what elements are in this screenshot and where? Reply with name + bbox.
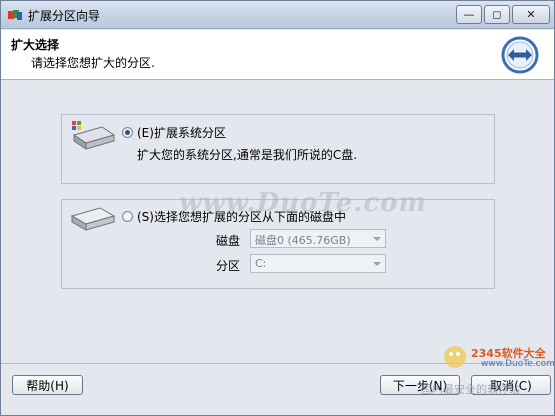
maximize-icon: ◻ [492, 8, 502, 21]
partition-field-label: 分区 [216, 259, 241, 273]
title-bar[interactable]: 扩展分区向导 — ◻ ✕ [1, 1, 554, 29]
page-title: 扩大选择 [11, 38, 60, 52]
wizard-content: (E)扩展系统分区 扩大您的系统分区,通常是我们所说的C盘. (S)选择您想扩展… [1, 81, 554, 363]
expand-arrows-icon [501, 36, 539, 74]
close-button[interactable]: ✕ [512, 5, 550, 24]
app-logo-icon [8, 10, 22, 20]
extend-system-label[interactable]: (E)扩展系统分区 [137, 124, 226, 141]
window-title: 扩展分区向导 [28, 9, 101, 23]
partition-select-value: C: [255, 257, 267, 270]
disk-field-label: 磁盘 [216, 234, 241, 248]
page-subtitle: 请选择您想扩大的分区. [31, 56, 155, 70]
select-partition-radio[interactable] [122, 211, 133, 222]
extend-system-description: 扩大您的系统分区,通常是我们所说的C盘. [137, 148, 358, 162]
chevron-down-icon [373, 237, 381, 241]
disk-drive-icon [70, 207, 116, 231]
maximize-button[interactable]: ◻ [484, 5, 510, 24]
partition-select[interactable]: C: [250, 254, 386, 273]
watermark-center: www.DuoTe.com [179, 188, 428, 218]
close-icon: ✕ [526, 8, 536, 21]
wizard-window: 扩展分区向导 — ◻ ✕ 扩大选择 请选择您想扩大的分区. (E)扩展系统分区 … [0, 0, 555, 416]
system-partition-group: (E)扩展系统分区 扩大您的系统分区,通常是我们所说的C盘. [61, 114, 495, 184]
system-drive-icon [72, 121, 116, 150]
chevron-down-icon [373, 262, 381, 266]
disk-select-value: 磁盘0 (465.76GB) [255, 234, 351, 247]
minimize-icon: — [463, 8, 475, 21]
watermark-bottom-text: 国内最安全的软件站 [421, 383, 520, 396]
extend-system-radio[interactable] [122, 127, 133, 138]
watermark-badge-url: www.DuoTe.com [481, 359, 555, 369]
minimize-button[interactable]: — [456, 5, 482, 24]
wizard-header: 扩大选择 请选择您想扩大的分区. [1, 30, 554, 80]
disk-select[interactable]: 磁盘0 (465.76GB) [250, 229, 386, 248]
help-button[interactable]: 帮助(H) [12, 375, 83, 395]
